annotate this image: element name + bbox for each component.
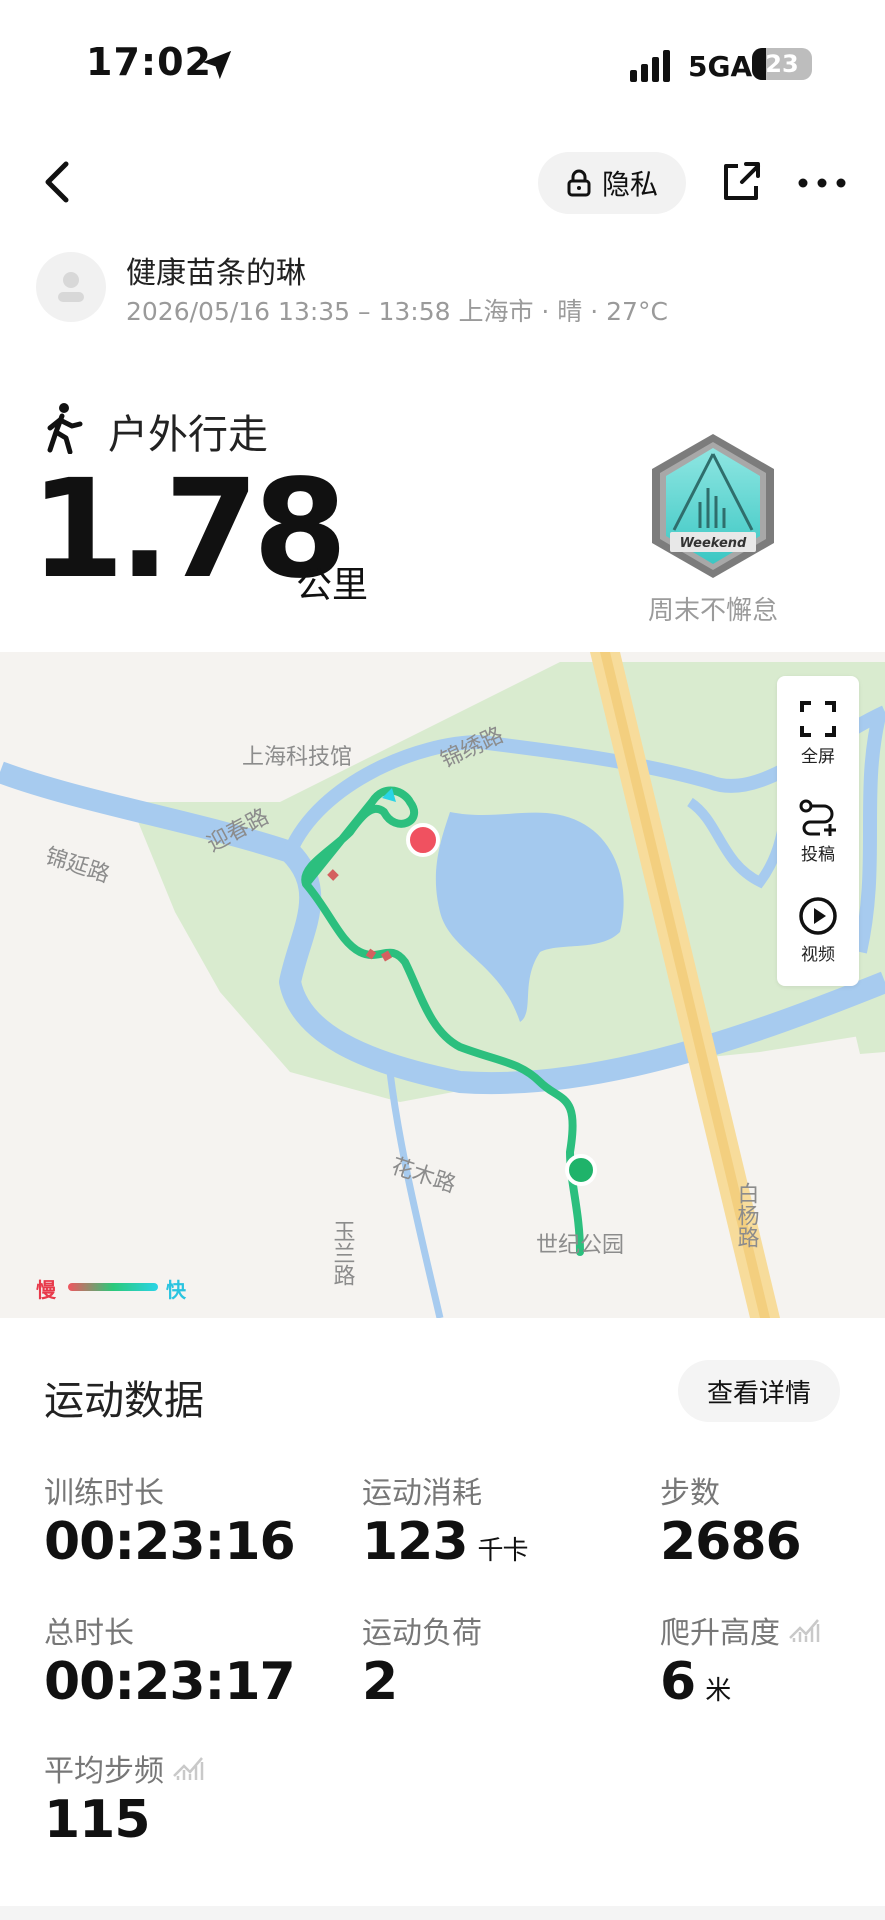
privacy-label: 隐私: [601, 168, 658, 201]
map-label-science-museum: 上海科技馆: [242, 745, 352, 770]
metric-unit: 千卡: [477, 1536, 529, 1566]
route-map[interactable]: 上海科技馆 锦绣路 迎春路 锦延路 花木路 世纪公园 白杨路 玉兰路: [0, 652, 885, 1318]
battery-icon: 23: [752, 48, 812, 80]
location-arrow-icon: [202, 50, 232, 80]
trend-chart-icon: [173, 1757, 204, 1780]
video-button[interactable]: 视频: [777, 896, 859, 965]
bottom-divider: [0, 1906, 885, 1920]
map-toolbar: 全屏 投稿 视频: [777, 676, 859, 986]
metric-label-climb[interactable]: 爬升高度: [660, 1608, 820, 1652]
user-placeholder-icon: [58, 272, 84, 302]
fullscreen-icon: [800, 701, 836, 737]
view-details-button[interactable]: 查看详情: [678, 1360, 840, 1422]
submit-button[interactable]: 投稿: [777, 798, 859, 865]
metric-value: 00:23:17: [44, 1652, 296, 1712]
metric-label: 总时长: [44, 1616, 134, 1651]
route-submit-icon: [799, 799, 836, 836]
metric-value: 2: [362, 1652, 398, 1712]
map-label-baiyang-road: 白杨路: [734, 1182, 760, 1248]
video-label: 视频: [801, 945, 835, 965]
metric-value: 123 千卡: [362, 1512, 529, 1572]
metric-value: 115: [44, 1790, 151, 1850]
metric-unit: 米: [705, 1676, 731, 1706]
distance-unit: 公里: [296, 565, 369, 606]
share-icon[interactable]: [722, 160, 762, 202]
badge-title: 周末不懈怠: [647, 596, 778, 626]
weekend-badge[interactable]: Weekend: [648, 432, 778, 580]
metric-label-cadence[interactable]: 平均步频: [44, 1746, 204, 1790]
workout-meta: 2026/05/16 13:35 – 13:58 上海市 · 晴 · 27°C: [126, 297, 668, 326]
metric-label: 步数: [660, 1476, 720, 1511]
back-icon[interactable]: [40, 160, 74, 204]
trend-chart-icon: [789, 1619, 820, 1642]
avatar[interactable]: [36, 252, 106, 322]
badge-inner-text: Weekend: [680, 536, 747, 551]
distance-value: 1.78: [30, 451, 348, 609]
metric-label: 运动负荷: [362, 1616, 482, 1651]
metric-value: 6米: [660, 1652, 731, 1712]
network-type: 5GA: [688, 50, 753, 83]
signal-icon: [630, 50, 670, 82]
fullscreen-label: 全屏: [801, 747, 835, 767]
section-title: 运动数据: [44, 1378, 204, 1424]
metric-value: 00:23:16: [44, 1512, 296, 1572]
privacy-button[interactable]: 隐私: [538, 152, 686, 214]
lock-icon: [567, 169, 591, 197]
more-icon[interactable]: [798, 178, 846, 188]
status-time: 17:02: [86, 40, 212, 84]
metric-label: 运动消耗: [362, 1476, 482, 1511]
speed-legend-bar: [68, 1283, 158, 1291]
submit-label: 投稿: [801, 845, 835, 865]
fullscreen-button[interactable]: 全屏: [777, 700, 859, 767]
legend-slow: 慢: [36, 1278, 56, 1302]
map-label-century-park: 世纪公园: [536, 1233, 624, 1258]
legend-fast: 快: [166, 1278, 186, 1302]
metric-value: 2686: [660, 1512, 802, 1572]
user-name: 健康苗条的琳: [126, 256, 306, 291]
battery-level: 23: [765, 50, 799, 78]
play-icon: [799, 897, 837, 935]
metric-label: 训练时长: [44, 1476, 164, 1511]
map-label-yulan-road: 玉兰路: [330, 1220, 356, 1286]
walking-icon: [47, 403, 83, 454]
